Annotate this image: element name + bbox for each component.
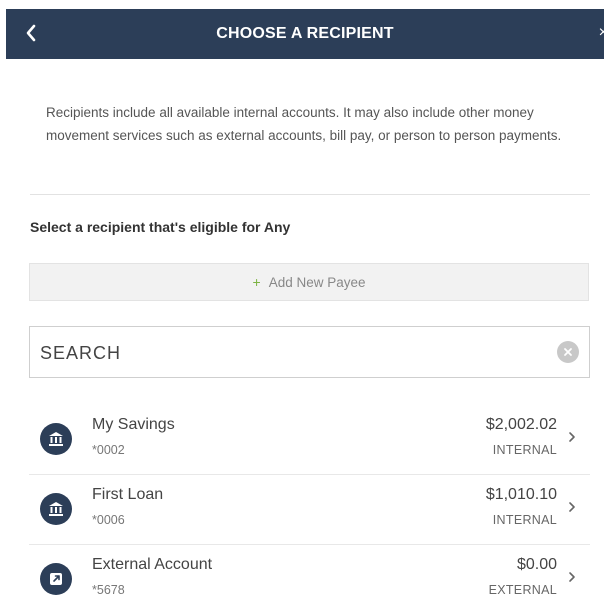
clear-search-button[interactable] xyxy=(557,341,579,363)
recipient-name: My Savings xyxy=(92,416,175,433)
recipient-type: INTERNAL xyxy=(492,513,557,527)
close-icon[interactable]: × xyxy=(599,24,604,42)
add-new-payee-label: Add New Payee xyxy=(268,274,366,290)
search-box xyxy=(29,326,590,378)
recipient-balance: $1,010.10 xyxy=(485,486,557,503)
chevron-right-icon xyxy=(569,572,575,582)
intro-text: Recipients include all available interna… xyxy=(46,105,562,143)
add-new-payee-button[interactable]: + Add New Payee xyxy=(29,263,589,301)
bank-icon xyxy=(40,423,72,455)
recipient-name: First Loan xyxy=(92,486,164,503)
recipient-row-my-savings[interactable]: My Savings *0002 $2,002.02 INTERNAL xyxy=(29,405,590,475)
search-input[interactable] xyxy=(38,335,542,371)
page-title: CHOOSE A RECIPIENT xyxy=(216,25,394,42)
recipient-account-number: *0002 xyxy=(92,443,125,457)
bank-icon xyxy=(40,493,72,525)
header-bar: CHOOSE A RECIPIENT × xyxy=(6,9,604,59)
plus-icon: + xyxy=(252,274,261,290)
recipient-balance: $2,002.02 xyxy=(485,416,557,433)
recipient-row-external-account[interactable]: External Account *5678 $0.00 EXTERNAL xyxy=(29,545,590,615)
section-label: Select a recipient that's eligible for A… xyxy=(30,219,291,235)
chevron-right-icon xyxy=(569,432,575,442)
external-link-icon xyxy=(40,563,72,595)
recipient-type: INTERNAL xyxy=(492,443,557,457)
recipient-type: EXTERNAL xyxy=(488,583,557,597)
chevron-right-icon xyxy=(569,502,575,512)
divider xyxy=(30,194,590,195)
clear-icon xyxy=(564,348,572,356)
recipient-account-number: *0006 xyxy=(92,513,125,527)
recipient-account-number: *5678 xyxy=(92,583,125,597)
recipient-name: External Account xyxy=(92,556,213,573)
recipient-balance: $0.00 xyxy=(516,556,557,573)
recipient-row-first-loan[interactable]: First Loan *0006 $1,010.10 INTERNAL xyxy=(29,475,590,545)
